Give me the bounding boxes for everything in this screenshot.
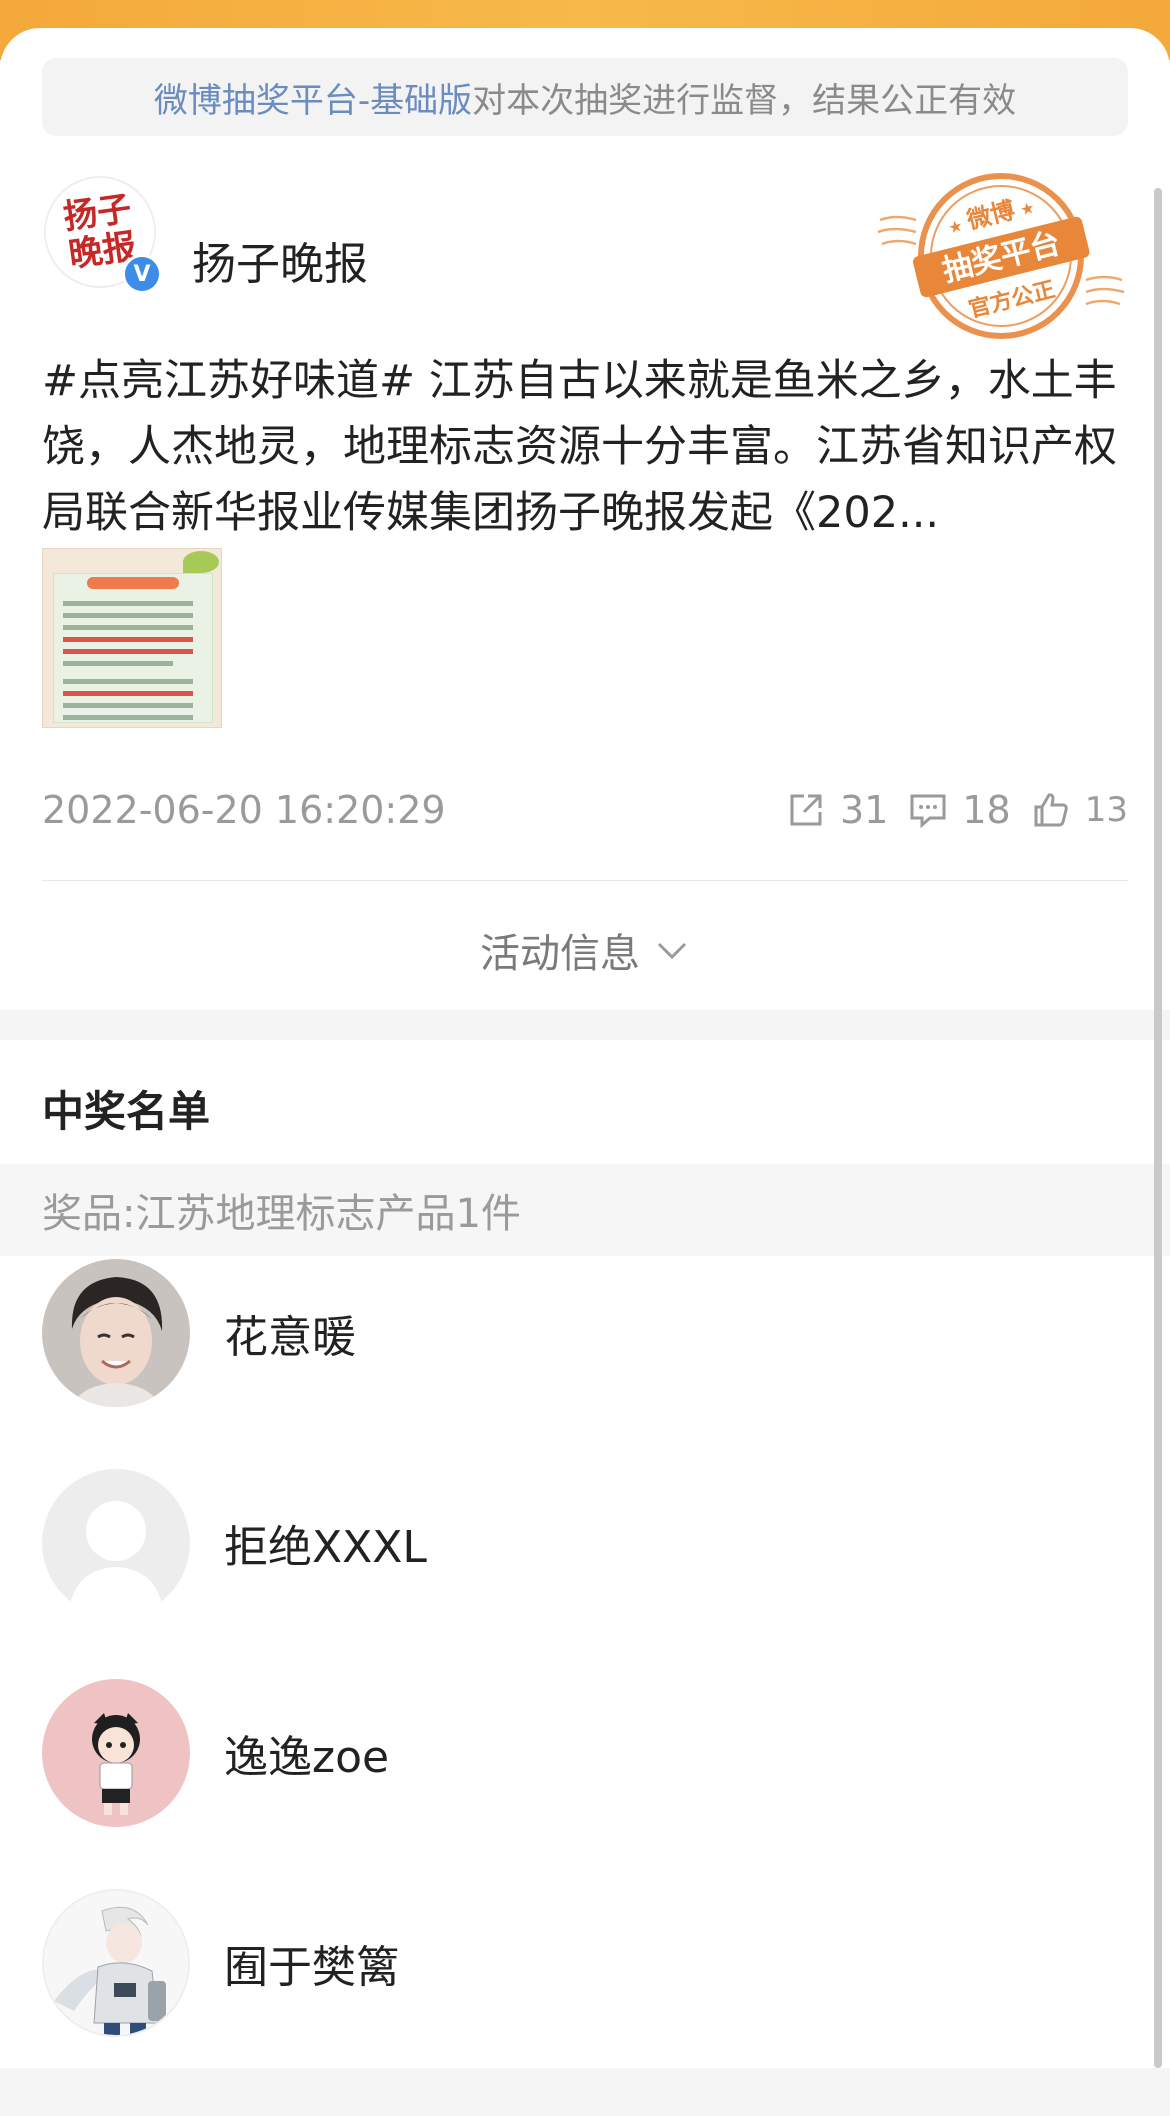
man-portrait-avatar[interactable] bbox=[42, 1259, 190, 1407]
svg-text:★: ★ bbox=[1018, 198, 1037, 220]
winner-row[interactable]: 囿于樊篱 bbox=[42, 1888, 1128, 2038]
anime-character-avatar[interactable] bbox=[42, 1889, 190, 2037]
platform-link[interactable]: 微博抽奖平台-基础版 bbox=[154, 73, 472, 122]
platform-notice: 微博抽奖平台-基础版 对本次抽奖进行监督，结果公正有效 bbox=[42, 58, 1128, 136]
lottery-result-card: 微博抽奖平台-基础版 对本次抽奖进行监督，结果公正有效 扬子晚报 V 扬子晚报 … bbox=[0, 28, 1170, 2068]
default-avatar[interactable] bbox=[42, 1469, 190, 1617]
winner-name[interactable]: 逸逸zoe bbox=[224, 1721, 389, 1785]
notice-text: 对本次抽奖进行监督，结果公正有效 bbox=[472, 80, 1017, 121]
winner-name[interactable]: 花意暖 bbox=[224, 1301, 356, 1365]
winner-row[interactable]: 逸逸zoe bbox=[42, 1678, 1128, 1828]
chevron-down-icon bbox=[657, 942, 687, 960]
post-image-thumbnail[interactable] bbox=[42, 548, 222, 728]
scrollbar[interactable] bbox=[1154, 188, 1162, 2068]
winner-name[interactable]: 囿于樊篱 bbox=[224, 1931, 400, 1995]
divider bbox=[42, 880, 1128, 881]
winner-name[interactable]: 拒绝XXXL bbox=[224, 1511, 427, 1575]
post-timestamp: 2022-06-20 16:20:29 bbox=[42, 788, 446, 832]
section-separator bbox=[0, 1010, 1170, 1040]
like-button[interactable]: 13 bbox=[1031, 790, 1128, 830]
svg-text:★: ★ bbox=[946, 216, 965, 238]
comment-count: 18 bbox=[962, 788, 1011, 832]
repost-count: 31 bbox=[840, 788, 889, 832]
winner-row[interactable]: 拒绝XXXL bbox=[42, 1468, 1128, 1618]
thumbs-up-icon bbox=[1034, 793, 1068, 827]
comment-icon bbox=[910, 794, 946, 829]
lottery-stamp-icon: 微博 ★ ★ 抽奖平台 官方公正 bbox=[877, 173, 1125, 339]
winners-title: 中奖名单 bbox=[42, 1087, 211, 1136]
verified-icon: V bbox=[122, 254, 162, 294]
post-meta-row: 2022-06-20 16:20:29 31 18 13 bbox=[42, 780, 1128, 840]
prize-label: 奖品:江苏地理标志产品1件 bbox=[0, 1164, 1170, 1256]
bottom-band bbox=[0, 2068, 1170, 2116]
like-count: 13 bbox=[1084, 790, 1128, 830]
activity-info-toggle[interactable]: 活动信息 bbox=[0, 910, 1170, 990]
post-text[interactable]: #点亮江苏好味道# 江苏自古以来就是鱼米之乡，水土丰饶，人杰地灵，地理标志资源十… bbox=[42, 348, 1132, 546]
repost-icon bbox=[790, 794, 822, 826]
comment-button[interactable]: 18 bbox=[908, 788, 1011, 832]
activity-info-label: 活动信息 bbox=[480, 931, 640, 977]
stamp-top-text: 微博 bbox=[963, 196, 1017, 235]
repost-button[interactable]: 31 bbox=[786, 788, 888, 832]
winner-row[interactable]: 花意暖 bbox=[42, 1258, 1128, 1408]
account-name[interactable]: 扬子晚报 bbox=[192, 228, 368, 292]
cartoon-girl-avatar[interactable] bbox=[42, 1679, 190, 1827]
prize-text: 奖品:江苏地理标志产品1件 bbox=[42, 1191, 521, 1237]
